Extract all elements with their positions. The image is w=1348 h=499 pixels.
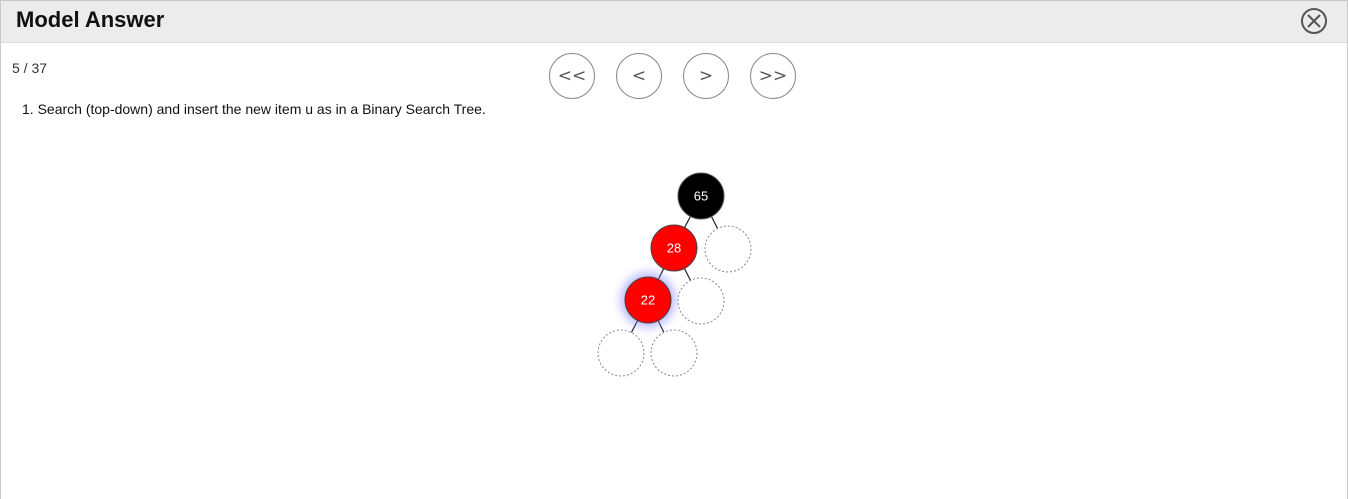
- node-label: 28: [667, 241, 681, 256]
- node-circle: [650, 329, 698, 377]
- empty-leaf-node: [677, 277, 725, 325]
- tree-node-22: 22: [621, 273, 675, 327]
- node-circle: [704, 225, 752, 273]
- tree-node-28: 28: [650, 224, 698, 272]
- empty-leaf-node: [650, 329, 698, 377]
- red-black-tree-visualization: 65 28 22: [597, 172, 752, 377]
- empty-leaf-node: [704, 225, 752, 273]
- tree-edge: [683, 268, 692, 281]
- model-answer-dialog: Model Answer 5 / 37 << < > >> 1. Search …: [0, 0, 1348, 499]
- tree-edge: [710, 216, 719, 229]
- empty-leaf-node: [597, 329, 645, 377]
- node-label: 65: [694, 189, 708, 204]
- tree-node-65: 65: [677, 172, 725, 220]
- node-label: 22: [641, 293, 655, 308]
- tree-edge: [684, 216, 691, 228]
- tree-nodes: 65 28 22: [597, 172, 752, 377]
- node-circle: [677, 277, 725, 325]
- node-circle: [597, 329, 645, 377]
